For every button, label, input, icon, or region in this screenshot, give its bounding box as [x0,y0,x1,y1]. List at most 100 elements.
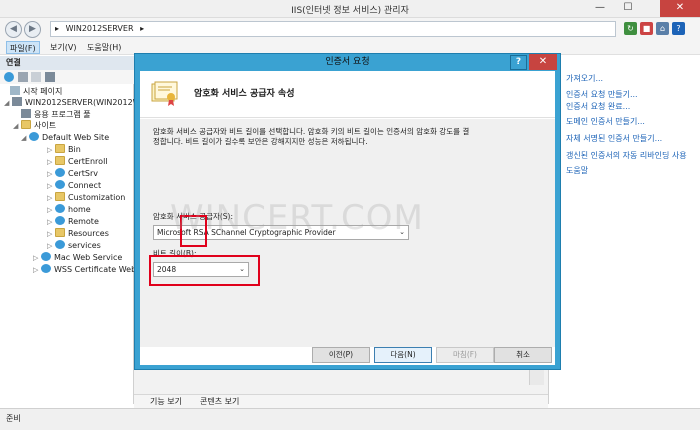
server-icon [12,97,22,106]
tree-item-home[interactable]: ▷ home [47,204,91,216]
expand-triangle-icon[interactable]: ▷ [47,216,55,228]
folder-icon [55,144,65,153]
tree-label: home [68,205,91,214]
tree-item-default-web-site[interactable]: ◢ Default Web Site [21,132,109,144]
expand-triangle-icon[interactable]: ▷ [47,228,55,240]
tree-item-certenroll[interactable]: ▷ CertEnroll [47,156,108,168]
collapse-triangle-icon[interactable]: ◢ [13,120,21,132]
certificate-icon [150,80,180,108]
tree-label: WIN2012SERVER(WIN2012W [25,98,141,107]
window-title-bar: IIS(인터넷 정보 서비스) 관리자 — ☐ ✕ [0,0,700,18]
tree-label: WSS Certificate Web [54,265,137,274]
folder-icon [55,156,65,165]
tree-label: Resources [68,229,109,238]
expand-triangle-icon[interactable]: ▷ [33,252,41,264]
tree-label: Customization [68,193,126,202]
app-icon [55,180,65,189]
tree-item-mac-web-service[interactable]: ▷ Mac Web Service [33,252,122,264]
tree-label: CertSrv [68,169,99,178]
expand-triangle-icon[interactable]: ▷ [47,168,55,180]
dialog-header: 암호화 서비스 공급자 속성 [140,71,555,118]
forward-button[interactable]: ▶ [24,21,41,38]
stop-icon[interactable]: ■ [640,22,653,35]
tree-item-connect[interactable]: ▷ Connect [47,180,101,192]
collapse-triangle-icon[interactable]: ◢ [21,132,29,144]
home-icon [10,86,20,95]
disconnect-icon[interactable] [45,72,55,82]
dialog-close-button[interactable]: ✕ [529,54,557,70]
expand-triangle-icon[interactable]: ▷ [47,192,55,204]
expand-triangle-icon[interactable]: ▷ [47,156,55,168]
expand-triangle-icon[interactable]: ▷ [47,180,55,192]
close-window-button[interactable]: ✕ [660,0,700,17]
app-icon [55,216,65,225]
action-import[interactable]: 가져오기... [566,73,603,85]
prev-button[interactable]: 이전(P) [312,347,370,363]
watermark: WINCERT.COM [170,198,424,238]
app-icon [55,240,65,249]
dialog-description: 암호화 서비스 공급자와 비트 길이를 선택합니다. 암호화 키의 비트 길이는… [153,127,470,146]
finish-button[interactable]: 마침(F) [436,347,494,363]
help-icon[interactable]: ? [672,22,685,35]
tree-label: Connect [68,181,102,190]
action-create-domain-cert[interactable]: 도메인 인증서 만들기... [566,116,645,128]
actions-panel: 가져오기... 인증서 요청 만들기... 인증서 요청 완료... 도메인 인… [548,56,700,404]
dialog-heading: 암호화 서비스 공급자 속성 [194,89,295,99]
tree-item-resources[interactable]: ▷ Resources [47,228,109,240]
expand-triangle-icon[interactable]: ▷ [47,240,55,252]
connections-header: 연결 [0,56,134,70]
address-bar: ◀ ▶ ▸ WIN2012SERVER ▸ ↻ ■ ⌂ ? [0,18,700,40]
maximize-button[interactable]: ☐ [616,0,640,17]
breadcrumb-server[interactable]: WIN2012SERVER [66,24,134,33]
tree-item-server[interactable]: ◢ WIN2012SERVER(WIN2012W [4,97,141,109]
dialog-help-button[interactable]: ? [510,55,527,70]
connect-globe-icon[interactable] [4,72,14,82]
tree-label: CertEnroll [68,157,108,166]
tree-item-sites[interactable]: ◢ 사이트 [13,120,56,132]
save-icon[interactable] [18,72,28,82]
menu-view[interactable]: 보기(V) [47,41,79,54]
tree-item-certsrv[interactable]: ▷ CertSrv [47,168,98,180]
back-button[interactable]: ◀ [5,21,22,38]
tree-item-bin[interactable]: ▷ Bin [47,144,81,156]
expand-triangle-icon[interactable]: ▷ [47,204,55,216]
dialog-title: 인증서 요청 [325,57,370,67]
tab-content-view[interactable]: 콘텐츠 보기 [188,396,239,408]
collapse-triangle-icon[interactable]: ◢ [4,97,12,109]
next-button[interactable]: 다음(N) [374,347,432,363]
tree-item-services[interactable]: ▷ services [47,240,101,252]
tree-label: Default Web Site [42,133,110,142]
action-help[interactable]: 도움말 [566,165,588,177]
globe-icon [41,252,51,261]
status-bar: 준비 [0,408,700,430]
tree-label: 응용 프로그램 풀 [34,110,91,119]
menu-help[interactable]: 도움말(H) [84,41,124,54]
action-create-self-signed-cert[interactable]: 자체 서명된 인증서 만들기... [566,133,662,145]
expand-triangle-icon[interactable]: ▷ [33,264,41,276]
tree-label: services [68,241,101,250]
up-icon[interactable] [31,72,41,82]
dialog-footer: 이전(P) 다음(N) 마침(F) 취소 [140,347,555,365]
tree-label: 사이트 [34,121,57,130]
minimize-button[interactable]: — [588,0,612,17]
tree-label: Remote [68,217,99,226]
address-field[interactable]: ▸ WIN2012SERVER ▸ [50,21,616,37]
tree-item-remote[interactable]: ▷ Remote [47,216,99,228]
home-icon[interactable]: ⌂ [656,22,669,35]
cancel-button[interactable]: 취소 [494,347,552,363]
folder-icon [55,192,65,201]
tree-item-wss-certificate-web[interactable]: ▷ WSS Certificate Web [33,264,136,276]
action-complete-cert-request[interactable]: 인증서 요청 완료... [566,101,630,113]
menu-file[interactable]: 파일(F) [6,41,40,54]
action-create-cert-request[interactable]: 인증서 요청 만들기... [566,89,638,101]
action-enable-auto-rebind[interactable]: 갱신된 인증서의 자동 리바인딩 사용 [566,150,687,162]
view-tabs: 기능 보기 콘텐츠 보기 [134,394,548,408]
tree-label: Bin [68,145,81,154]
tab-features-view[interactable]: 기능 보기 [138,396,182,408]
refresh-icon[interactable]: ↻ [624,22,637,35]
app-icon [55,204,65,213]
expand-triangle-icon[interactable]: ▷ [47,144,55,156]
tree-item-customization[interactable]: ▷ Customization [47,192,125,204]
highlight-box-bitlength [149,255,260,286]
app-pool-icon [21,109,31,118]
